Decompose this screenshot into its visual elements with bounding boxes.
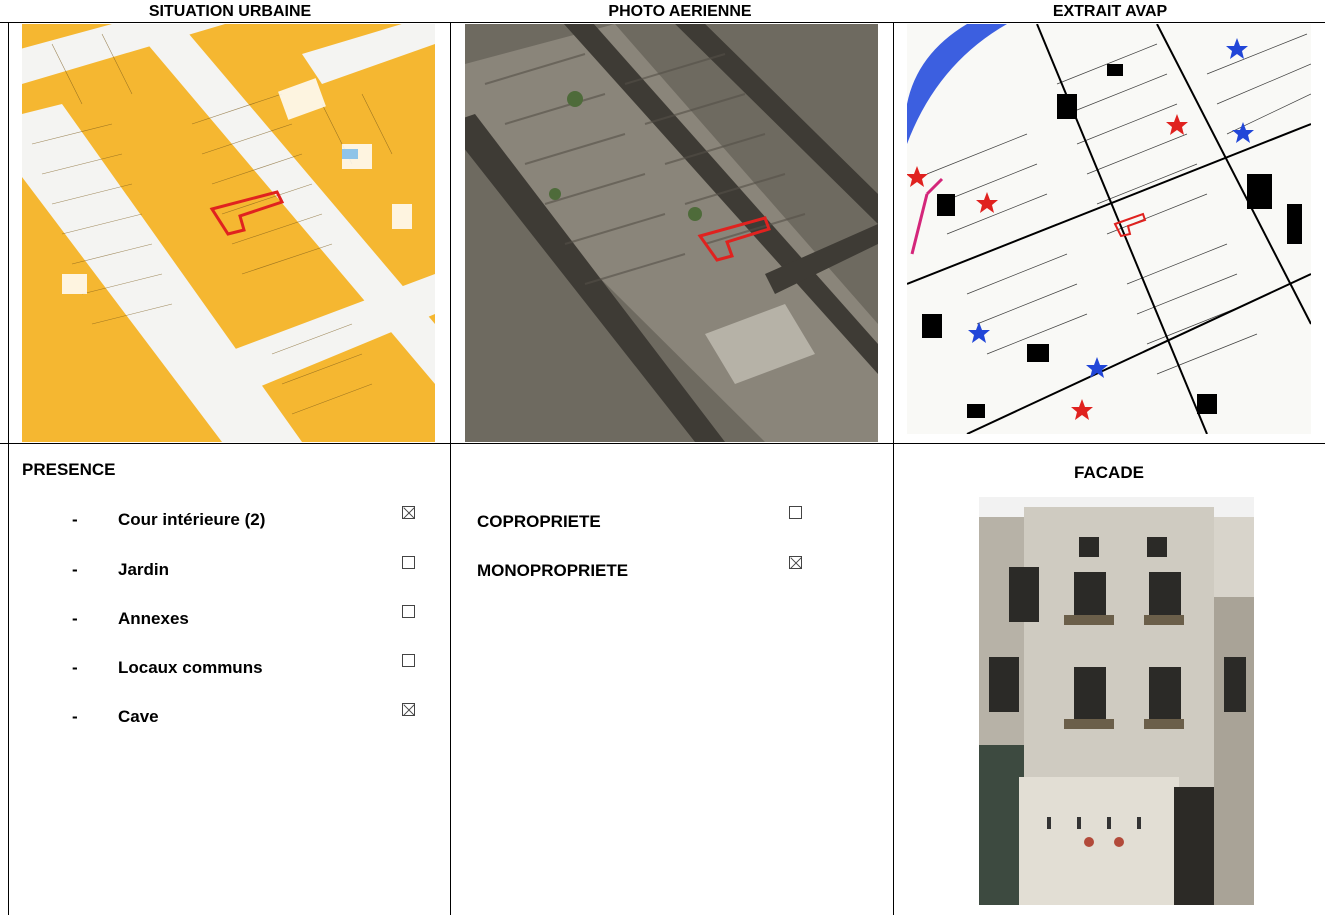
copropriete-label: COPROPRIETE — [477, 512, 601, 531]
table-row-divider — [0, 443, 1325, 444]
presence-item-locaux-label: Locaux communs — [118, 658, 263, 677]
header-photo-aerienne: PHOTO AERIENNE — [608, 3, 752, 20]
extrait-avap-map — [907, 24, 1311, 434]
photo-aerienne-image — [465, 24, 878, 442]
presence-item-dash: - — [72, 510, 78, 529]
presence-item-locaux-checkbox[interactable] — [402, 654, 415, 667]
presence-item-jardin-checkbox[interactable] — [402, 556, 415, 569]
presence-item-cave-checkbox[interactable] — [402, 703, 415, 716]
presence-item-cour-checkbox[interactable] — [402, 506, 415, 519]
copropriete-checkbox[interactable] — [789, 506, 802, 519]
situation-urbaine-map — [22, 24, 435, 442]
table-column-divider-1 — [450, 22, 451, 915]
presence-item-dash: - — [72, 560, 78, 579]
presence-item-annexes-checkbox[interactable] — [402, 605, 415, 618]
presence-item-dash: - — [72, 707, 78, 726]
facade-title: FACADE — [1074, 463, 1144, 482]
header-situation-urbaine: SITUATION URBAINE — [148, 3, 312, 20]
header-extrait-avap: EXTRAIT AVAP — [1052, 3, 1168, 20]
monopropriete-label: MONOPROPRIETE — [477, 561, 629, 580]
presence-item-dash: - — [72, 609, 78, 628]
presence-item-annexes-label: Annexes — [118, 609, 189, 628]
facade-photo — [979, 497, 1254, 905]
presence-item-cave-label: Cave — [118, 707, 159, 726]
table-top-border — [0, 22, 1325, 23]
presence-title: PRESENCE — [22, 460, 116, 479]
presence-item-cour-label: Cour intérieure (2) — [118, 510, 266, 529]
table-left-border — [8, 22, 9, 915]
presence-item-jardin-label: Jardin — [118, 560, 170, 579]
monopropriete-checkbox[interactable] — [789, 556, 802, 569]
presence-item-dash: - — [72, 658, 78, 677]
